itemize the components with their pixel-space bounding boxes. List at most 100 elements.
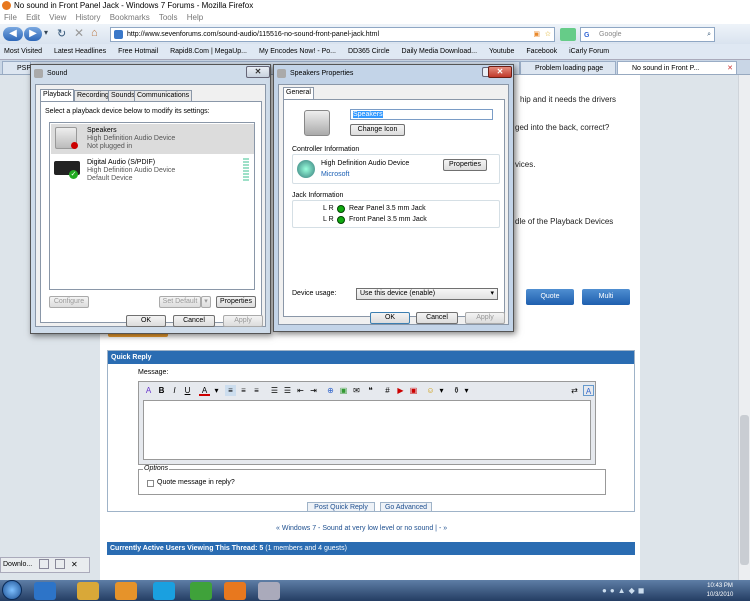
underline-icon[interactable]: U (182, 385, 193, 396)
ok-button[interactable]: OK (126, 315, 166, 327)
smilies-dropdown-icon[interactable]: ▾ (436, 385, 447, 396)
url-bar[interactable]: http://www.sevenforums.com/sound-audio/1… (110, 27, 555, 42)
bookmark-item[interactable]: iCarly Forum (569, 48, 609, 55)
tab-no-sound[interactable]: No sound in Front P... ✕ (617, 61, 737, 74)
home-icon[interactable]: ⌂ (91, 27, 98, 39)
search-icon[interactable]: ⌕ (707, 28, 711, 41)
bullet-list-icon[interactable]: ☰ (282, 385, 293, 396)
tab-problem-loading[interactable]: Problem loading page (520, 61, 616, 74)
system-clock[interactable]: 10:43 PM 10/3/2010 (700, 580, 740, 601)
numbered-list-icon[interactable]: ☰ (269, 385, 280, 396)
rss-icon[interactable]: ▣ (533, 28, 540, 41)
editor-mode-icon[interactable]: ⇄ (569, 385, 580, 396)
remove-format-icon[interactable]: A (143, 385, 154, 396)
cancel-button[interactable]: Cancel (173, 315, 215, 327)
firefox-taskbar-icon[interactable] (224, 582, 246, 600)
more-tools-dropdown-icon[interactable]: ▾ (461, 385, 472, 396)
minimize-icon[interactable] (39, 559, 49, 569)
go-icon[interactable] (560, 28, 576, 41)
quote-button[interactable]: Quote (526, 289, 574, 305)
controller-vendor-link[interactable]: Microsoft (321, 171, 349, 178)
italic-icon[interactable]: I (169, 385, 180, 396)
scroll-thumb[interactable] (740, 415, 749, 565)
menu-help[interactable]: Help (187, 13, 203, 22)
quote-checkbox[interactable] (147, 480, 154, 487)
youtube-icon[interactable]: ▶ (395, 385, 406, 396)
bookmark-item[interactable]: Latest Headlines (54, 48, 106, 55)
ie-taskbar-icon[interactable] (34, 582, 56, 600)
set-default-dropdown-icon[interactable]: ▾ (201, 296, 211, 308)
set-default-button[interactable]: Set Default (159, 296, 201, 308)
bookmark-item[interactable]: Most Visited (4, 48, 42, 55)
configure-button[interactable]: Configure (49, 296, 89, 308)
forward-button[interactable]: ▶ (24, 27, 42, 41)
apply-button[interactable]: Apply (465, 312, 505, 324)
controller-properties-button[interactable]: Properties (443, 159, 487, 171)
search-input[interactable]: G Google ⌕ (580, 27, 715, 42)
bookmark-item[interactable]: Rapid8.Com | MegaUp... (170, 48, 247, 55)
go-advanced-button[interactable]: Go Advanced (380, 502, 432, 512)
device-usage-select[interactable]: Use this device (enable) ▾ (356, 288, 498, 300)
menu-edit[interactable]: Edit (26, 13, 40, 22)
close-icon[interactable]: ✕ (71, 558, 78, 572)
multi-quote-button[interactable]: Multi (582, 289, 630, 305)
bookmark-item[interactable]: My Encodes Now! - Po... (259, 48, 336, 55)
align-left-icon[interactable]: ≡ (225, 385, 236, 396)
history-dropdown-icon[interactable]: ▾ (44, 28, 54, 40)
page-scrollbar[interactable] (738, 75, 750, 580)
properties-button[interactable]: Properties (216, 296, 256, 308)
insert-image-icon[interactable]: ▣ (338, 385, 349, 396)
menu-view[interactable]: View (49, 13, 66, 22)
device-name-input[interactable]: Speakers (350, 109, 493, 120)
bookmark-item[interactable]: Daily Media Download... (402, 48, 477, 55)
menu-tools[interactable]: Tools (159, 13, 178, 22)
bookmark-item[interactable]: Facebook (526, 48, 557, 55)
code-tag-icon[interactable]: # (382, 385, 393, 396)
bookmark-item[interactable]: Free Hotmail (118, 48, 158, 55)
reload-icon[interactable]: ↻ (57, 27, 66, 40)
color-dropdown-icon[interactable]: ▾ (211, 385, 222, 396)
close-icon[interactable]: ✕ (246, 66, 270, 78)
explorer-taskbar-icon[interactable] (77, 582, 99, 600)
device-digital-audio[interactable]: ✓ Digital Audio (S/PDIF) High Definition… (51, 156, 254, 186)
message-textarea[interactable] (143, 400, 591, 460)
media-player-taskbar-icon[interactable] (115, 582, 137, 600)
skype-taskbar-icon[interactable] (153, 582, 175, 600)
stop-icon[interactable]: ✕ (74, 26, 84, 40)
smilies-icon[interactable]: ☺ (425, 385, 436, 396)
device-speakers[interactable]: Speakers High Definition Audio Device No… (51, 124, 254, 154)
change-icon-button[interactable]: Change Icon (350, 124, 405, 136)
bookmark-item[interactable]: Youtube (489, 48, 514, 55)
ok-button[interactable]: OK (370, 312, 410, 324)
apply-button[interactable]: Apply (223, 315, 263, 327)
menu-bookmarks[interactable]: Bookmarks (110, 13, 150, 22)
messenger-taskbar-icon[interactable] (190, 582, 212, 600)
tab-psp[interactable]: PSP (2, 61, 32, 74)
insert-link-icon[interactable]: ⊕ (325, 385, 336, 396)
sound-taskbar-icon[interactable] (258, 582, 280, 600)
back-button[interactable]: ◀ (3, 27, 23, 41)
bookmark-star-icon[interactable]: ☆ (545, 28, 551, 41)
align-right-icon[interactable]: ≡ (251, 385, 262, 396)
close-icon[interactable]: ✕ (488, 66, 512, 78)
switch-editor-icon[interactable]: A (583, 385, 594, 396)
previous-thread-link[interactable]: Windows 7 - Sound at very low level or n… (282, 525, 433, 532)
quote-tag-icon[interactable]: ❝ (365, 385, 376, 396)
bookmark-item[interactable]: DD365 Circle (348, 48, 390, 55)
cancel-button[interactable]: Cancel (416, 312, 458, 324)
close-tab-icon[interactable]: ✕ (727, 62, 733, 74)
outdent-icon[interactable]: ⇤ (295, 385, 306, 396)
system-tray-icons[interactable]: ●●▲◆◼ (602, 586, 682, 596)
menu-history[interactable]: History (76, 13, 101, 22)
font-color-icon[interactable]: A (199, 385, 210, 396)
next-thread-link[interactable]: - (439, 525, 441, 532)
align-center-icon[interactable]: ≡ (238, 385, 249, 396)
video-icon[interactable]: ▣ (408, 385, 419, 396)
menu-file[interactable]: File (4, 13, 17, 22)
downloads-window[interactable]: Downlo... ✕ (0, 557, 90, 573)
post-quick-reply-button[interactable]: Post Quick Reply (307, 502, 375, 512)
restore-icon[interactable] (55, 559, 65, 569)
indent-icon[interactable]: ⇥ (308, 385, 319, 396)
start-button[interactable] (2, 580, 22, 600)
insert-email-icon[interactable]: ✉ (351, 385, 362, 396)
